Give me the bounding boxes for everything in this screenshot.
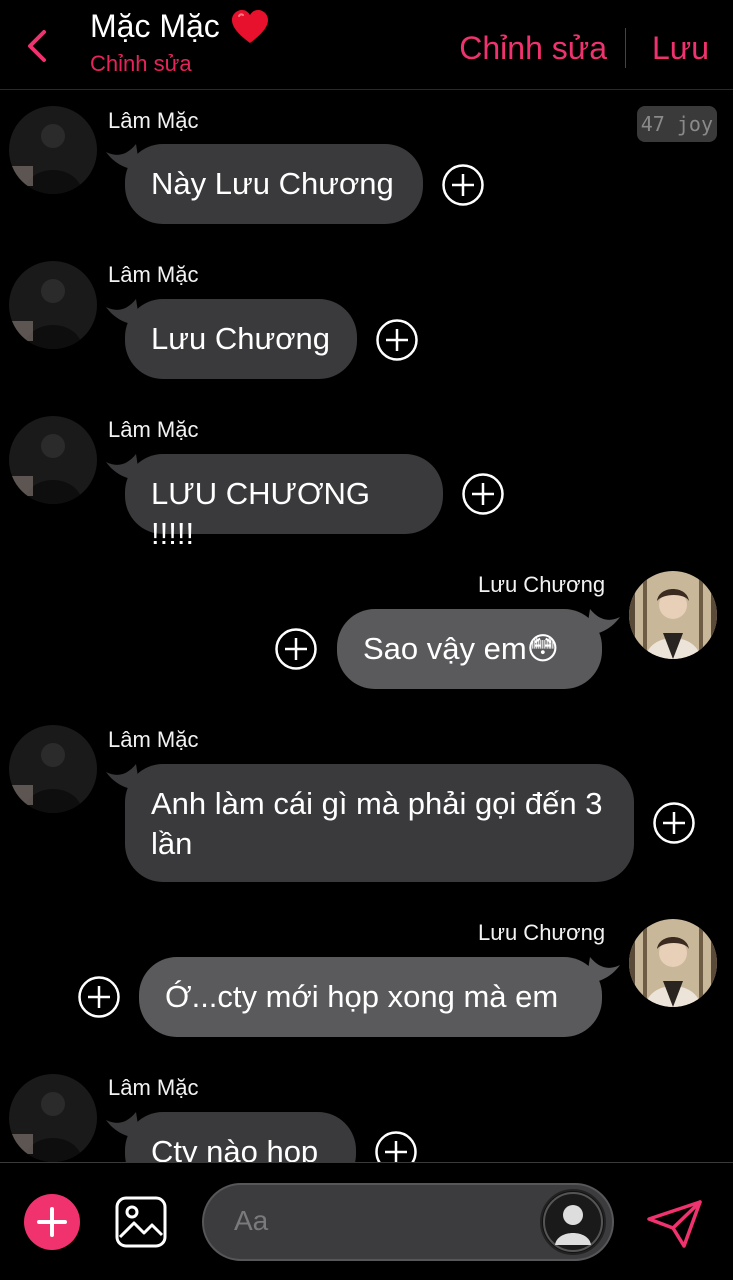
chat-title: Mặc Mặc	[90, 8, 270, 45]
chat-subtitle[interactable]: Chỉnh sửa	[90, 51, 270, 77]
avatar-luu-chuong[interactable]	[629, 571, 717, 659]
plus-icon	[37, 1207, 67, 1237]
add-reaction-icon[interactable]	[441, 163, 485, 207]
message-bubble[interactable]: LƯU CHƯƠNG !!!!!	[125, 454, 443, 551]
add-reaction-icon[interactable]	[77, 975, 121, 1019]
message-bubble[interactable]: Ớ...cty mới họp xong mà em	[139, 957, 602, 1037]
heart-icon	[231, 9, 268, 43]
chat-header: Mặc Mặc Chỉnh sửa Chỉnh sửa Lưu	[0, 0, 733, 90]
avatar-luu-chuong[interactable]	[629, 919, 717, 1007]
avatar-lam-mac[interactable]	[9, 1074, 97, 1162]
message-bubble[interactable]: Cty nào họp	[125, 1112, 356, 1162]
chat-title-block: Mặc Mặc Chỉnh sửa	[90, 8, 270, 77]
sender-name: Lâm Mặc	[108, 727, 199, 752]
sender-name: Lâm Mặc	[108, 108, 199, 133]
avatar-lam-mac[interactable]	[9, 261, 97, 349]
add-reaction-icon[interactable]	[375, 318, 419, 362]
sender-name: Lưu Chương	[478, 572, 606, 597]
add-reaction-icon[interactable]	[652, 801, 696, 845]
add-reaction-icon[interactable]	[374, 1130, 418, 1162]
message-list[interactable]: 47 joy Lâm Mặc Này Lưu Chương Lâm Mặc Lư…	[0, 90, 733, 1162]
sender-name: Lâm Mặc	[108, 262, 199, 287]
save-button[interactable]: Lưu	[652, 30, 709, 67]
message-row: Lâm Mặc Cty nào họp	[0, 1058, 733, 1162]
composer-bar: Aa	[0, 1162, 733, 1280]
message-row: Lâm Mặc LƯU CHƯƠNG !!!!!	[0, 400, 733, 551]
message-input[interactable]: Aa	[202, 1183, 614, 1261]
message-row: Lưu Chương Sao vậy em😳	[0, 555, 733, 705]
back-arrow-icon[interactable]	[20, 26, 54, 66]
avatar-lam-mac[interactable]	[9, 725, 97, 813]
message-row: Lâm Mặc Này Lưu Chương	[0, 90, 733, 240]
message-bubble[interactable]: Sao vậy em😳	[337, 609, 602, 689]
message-row: Lâm Mặc Lưu Chương	[0, 245, 733, 395]
send-icon[interactable]	[646, 1199, 704, 1249]
sender-name: Lâm Mặc	[108, 417, 199, 442]
message-bubble[interactable]: Này Lưu Chương	[125, 144, 423, 224]
sender-name: Lưu Chương	[478, 920, 606, 945]
header-actions: Chỉnh sửa Lưu	[459, 28, 709, 68]
edit-button[interactable]: Chỉnh sửa	[459, 30, 607, 67]
plus-button[interactable]	[24, 1194, 80, 1250]
message-input-placeholder: Aa	[234, 1205, 269, 1236]
add-reaction-icon[interactable]	[274, 627, 318, 671]
message-bubble[interactable]: Anh làm cái gì mà phải gọi đến 3 lần	[125, 764, 634, 882]
avatar-lam-mac[interactable]	[9, 416, 97, 504]
avatar-lam-mac[interactable]	[9, 106, 97, 194]
user-avatar-icon[interactable]	[540, 1189, 606, 1255]
add-reaction-icon[interactable]	[461, 472, 505, 516]
chat-title-text: Mặc Mặc	[90, 8, 220, 44]
header-divider	[624, 28, 626, 68]
message-bubble[interactable]: Lưu Chương	[125, 299, 357, 379]
sender-name: Lâm Mặc	[108, 1075, 199, 1100]
image-icon[interactable]	[114, 1195, 168, 1249]
message-row: Lâm Mặc Anh làm cái gì mà phải gọi đến 3…	[0, 710, 733, 910]
message-row: Lưu Chương Ớ...cty mới họp xong mà em	[0, 903, 733, 1053]
